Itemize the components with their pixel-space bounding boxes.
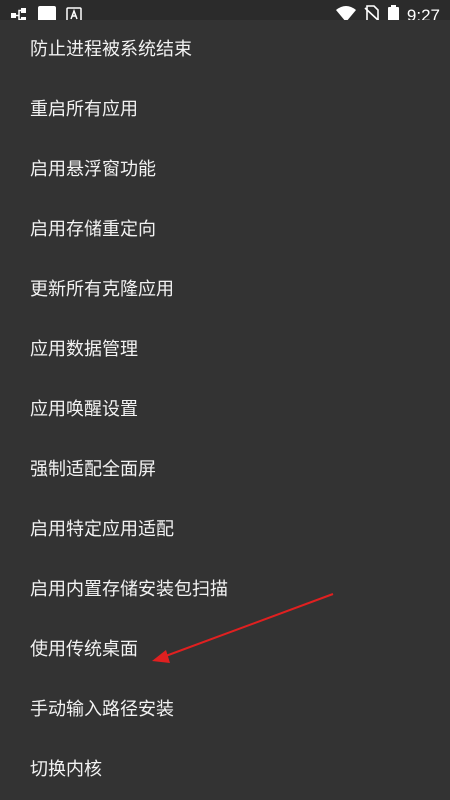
menu-item-storage-redirect[interactable]: 启用存储重定向 bbox=[0, 200, 450, 260]
menu-item-switch-kernel[interactable]: 切换内核 bbox=[0, 740, 450, 800]
menu-item-manual-path[interactable]: 手动输入路径安装 bbox=[0, 680, 450, 740]
options-menu: 防止进程被系统结束 重启所有应用 启用悬浮窗功能 启用存储重定向 更新所有克隆应… bbox=[0, 20, 450, 800]
menu-item-classic-launcher[interactable]: 使用传统桌面 bbox=[0, 620, 450, 680]
menu-item-app-data[interactable]: 应用数据管理 bbox=[0, 320, 450, 380]
menu-item-update-clones[interactable]: 更新所有克隆应用 bbox=[0, 260, 450, 320]
menu-item-fullscreen-adapt[interactable]: 强制适配全面屏 bbox=[0, 440, 450, 500]
menu-item-specific-adapt[interactable]: 启用特定应用适配 bbox=[0, 500, 450, 560]
menu-item-floating-window[interactable]: 启用悬浮窗功能 bbox=[0, 140, 450, 200]
menu-item-prevent-kill[interactable]: 防止进程被系统结束 bbox=[0, 20, 450, 80]
menu-item-scan-packages[interactable]: 启用内置存储安装包扫描 bbox=[0, 560, 450, 620]
menu-item-restart-all[interactable]: 重启所有应用 bbox=[0, 80, 450, 140]
menu-item-wakeup-settings[interactable]: 应用唤醒设置 bbox=[0, 380, 450, 440]
